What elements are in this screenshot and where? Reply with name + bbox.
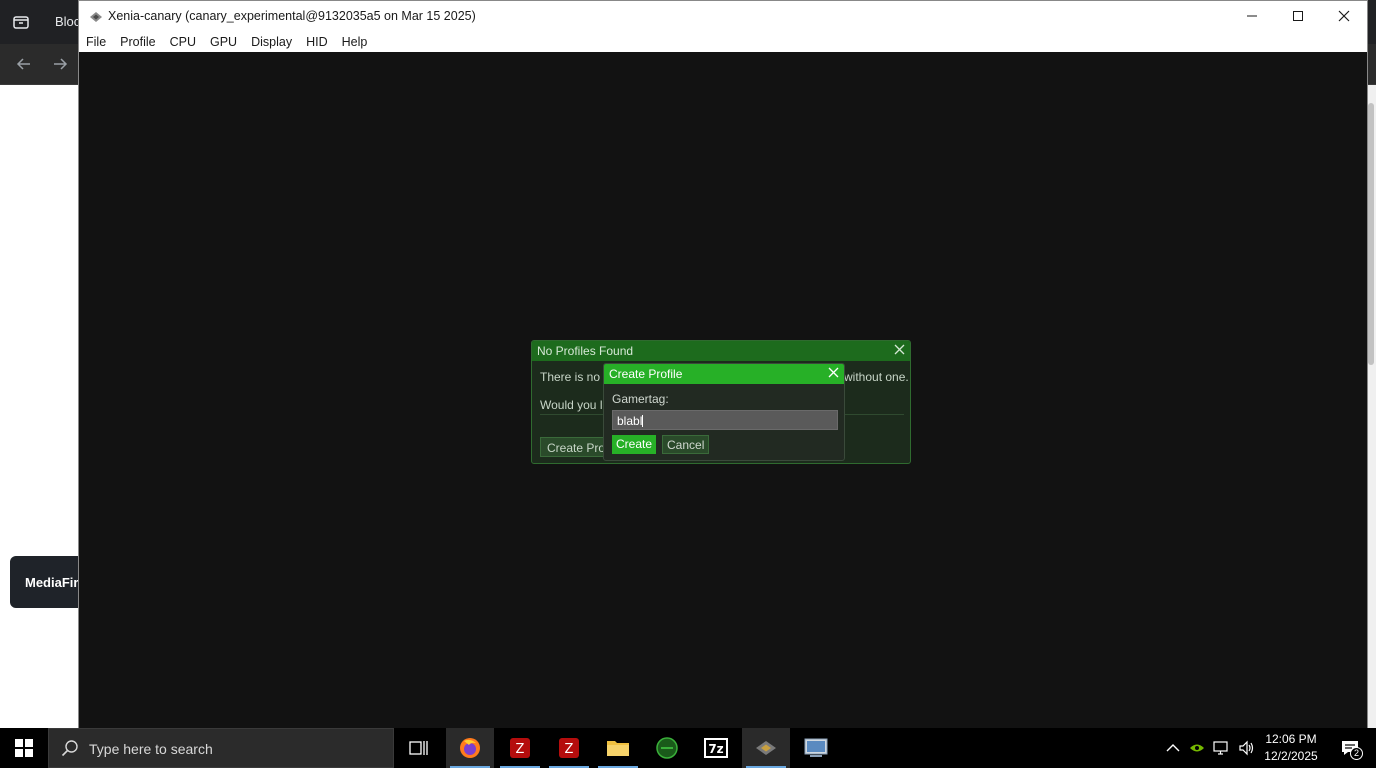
windows-logo-icon: [15, 739, 33, 757]
taskbar-clock[interactable]: 12:06 PM 12/2/2025: [1258, 731, 1324, 765]
show-hidden-icons-button[interactable]: [1162, 728, 1184, 768]
search-placeholder: Type here to search: [89, 741, 213, 757]
close-icon[interactable]: [894, 344, 905, 355]
taskbar-search-box[interactable]: Type here to search: [48, 728, 394, 768]
speaker-icon: [1239, 740, 1254, 756]
dialog-message-line1: There is no p: [540, 370, 611, 384]
xenia-title-bar[interactable]: Xenia-canary (canary_experimental@913203…: [79, 1, 1367, 31]
dialog-message-line2: Would you li: [540, 398, 606, 412]
no-profiles-dialog-header[interactable]: No Profiles Found: [532, 341, 910, 361]
taskbar-file-explorer[interactable]: [594, 728, 642, 768]
menu-file[interactable]: File: [86, 35, 106, 49]
xenia-window: Xenia-canary (canary_experimental@913203…: [78, 0, 1368, 728]
xenia-menu-bar: File Profile CPU GPU Display HID Help: [79, 31, 1367, 52]
maximize-button[interactable]: [1275, 1, 1321, 31]
close-icon[interactable]: [828, 367, 839, 378]
minimize-icon: [1247, 15, 1257, 17]
forward-arrow-icon[interactable]: [50, 54, 70, 74]
taskbar-firefox[interactable]: [446, 728, 494, 768]
taskbar-filezilla-1[interactable]: Z: [496, 728, 544, 768]
taskbar-filezilla-2[interactable]: Z: [545, 728, 593, 768]
gamertag-label: Gamertag:: [612, 392, 669, 406]
clock-date: 12/2/2025: [1264, 749, 1318, 763]
svg-text:Z: Z: [516, 742, 525, 757]
create-button[interactable]: Create: [612, 435, 657, 454]
browser-tab-title[interactable]: Bloc: [55, 14, 80, 29]
taskbar-control-panel[interactable]: [792, 728, 840, 768]
close-button[interactable]: [1321, 1, 1367, 31]
volume-tray-button[interactable]: [1236, 728, 1258, 768]
start-button[interactable]: [0, 728, 48, 768]
filezilla-icon: Z: [559, 738, 579, 758]
text-caret: [642, 415, 644, 427]
task-view-button[interactable]: [395, 728, 443, 768]
gamertag-input[interactable]: blabl: [612, 410, 838, 430]
clock-time: 12:06 PM: [1265, 732, 1317, 746]
nvidia-tray-button[interactable]: [1186, 728, 1208, 768]
xenia-app-icon: [90, 12, 102, 22]
xenia-green-icon: [656, 737, 678, 759]
taskbar-7zip[interactable]: 7z: [692, 728, 740, 768]
notification-count-badge: 2: [1350, 747, 1363, 760]
network-icon: [1213, 741, 1228, 755]
windows-taskbar: Type here to search Z Z 7z 12:06 PM 12/2…: [0, 728, 1376, 768]
notifications-button[interactable]: 2: [1330, 728, 1370, 768]
menu-display[interactable]: Display: [251, 35, 292, 49]
dialog-message-line1-end: without one.: [844, 370, 909, 384]
back-arrow-icon[interactable]: [14, 54, 34, 74]
menu-help[interactable]: Help: [342, 35, 368, 49]
window-title: Xenia-canary (canary_experimental@913203…: [108, 9, 476, 23]
minimize-button[interactable]: [1229, 1, 1275, 31]
xenia-canary-icon: [756, 741, 776, 755]
svg-text:7z: 7z: [708, 742, 723, 756]
nvidia-icon: [1190, 744, 1204, 752]
taskbar-xenia-canary[interactable]: [742, 728, 790, 768]
network-tray-button[interactable]: [1210, 728, 1234, 768]
create-profile-dialog: Create Profile Gamertag: blabl Create Ca…: [603, 363, 845, 461]
control-panel-icon: [804, 738, 828, 757]
scrollbar-thumb[interactable]: [1368, 103, 1374, 365]
7zip-icon: 7z: [704, 738, 728, 758]
create-profile-dialog-title: Create Profile: [609, 367, 683, 381]
filezilla-icon: Z: [510, 738, 530, 758]
create-profile-dialog-header[interactable]: Create Profile: [604, 364, 844, 384]
menu-gpu[interactable]: GPU: [210, 35, 237, 49]
maximize-icon: [1293, 11, 1303, 21]
close-icon: [1338, 10, 1350, 22]
svg-text:Z: Z: [565, 742, 574, 757]
tab-actions-button[interactable]: [0, 0, 42, 44]
search-icon: [61, 740, 78, 757]
no-profiles-dialog-title: No Profiles Found: [537, 344, 634, 358]
cancel-button[interactable]: Cancel: [662, 435, 710, 454]
menu-hid[interactable]: HID: [306, 35, 328, 49]
folder-icon: [607, 741, 629, 756]
gamertag-value: blabl: [617, 414, 643, 428]
taskbar-xenia-green[interactable]: [643, 728, 691, 768]
task-view-icon: [409, 741, 428, 755]
menu-cpu[interactable]: CPU: [170, 35, 196, 49]
menu-profile[interactable]: Profile: [120, 35, 155, 49]
firefox-icon: [460, 738, 480, 758]
tab-actions-icon: [13, 16, 29, 29]
chevron-up-icon: [1166, 744, 1180, 752]
